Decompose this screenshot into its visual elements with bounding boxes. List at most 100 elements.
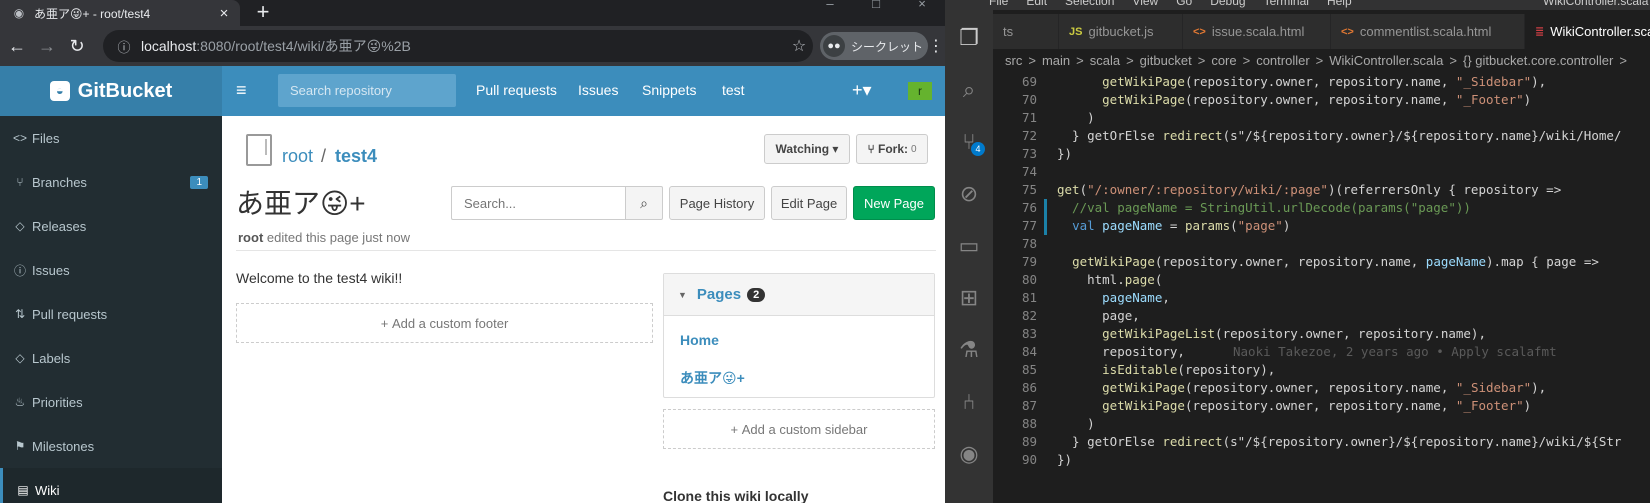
code-line[interactable]: 76 //val pageName = StringUtil.urlDecode… <box>993 199 1650 217</box>
add-custom-sidebar-button[interactable]: + Add a custom sidebar <box>663 409 935 449</box>
search-icon[interactable]: ⌕ <box>945 66 993 114</box>
menu-terminal[interactable]: Terminal <box>1264 0 1309 8</box>
user-avatar[interactable]: r <box>908 82 932 100</box>
menu-selection[interactable]: Selection <box>1065 0 1114 8</box>
repo-name-link[interactable]: test4 <box>335 146 377 167</box>
menu-help[interactable]: Help <box>1327 0 1352 8</box>
info-icon[interactable]: ⓘ <box>113 37 135 56</box>
page-link-current[interactable]: あ亜ア😜+ <box>680 368 745 388</box>
new-page-button[interactable]: New Page <box>853 186 935 220</box>
search-icon[interactable]: ⌕ <box>625 186 663 220</box>
explorer-icon[interactable]: ❐ <box>945 14 993 62</box>
browser-tab[interactable]: ◉ あ亜ア😜+ - root/test4 × <box>0 0 240 26</box>
edit-page-button[interactable]: Edit Page <box>771 186 847 220</box>
github-icon[interactable]: ◉ <box>945 430 993 478</box>
repository-search-input[interactable] <box>278 74 456 107</box>
browser-menu-icon[interactable]: ⋮ <box>928 36 944 56</box>
sidebar-item-releases[interactable]: ◇ Releases <box>0 204 222 248</box>
code-line[interactable]: 79 getWikiPage(repository.owner, reposit… <box>993 253 1650 271</box>
breadcrumb-scala[interactable]: scala <box>1090 53 1120 68</box>
url-text[interactable]: localhost:8080/root/test4/wiki/あ亜ア😜%2B <box>135 36 785 56</box>
menu-debug[interactable]: Debug <box>1210 0 1245 8</box>
maximize-icon[interactable]: □ <box>853 0 899 26</box>
tab-commentlist-scala-html[interactable]: <> commentlist.scala.html <box>1331 14 1525 49</box>
remote-explorer-icon[interactable]: ▭ <box>945 222 993 270</box>
address-bar[interactable]: ⓘ localhost:8080/root/test4/wiki/あ亜ア😜%2B… <box>103 30 813 62</box>
sidebar-item-branches[interactable]: ⑂ Branches 1 <box>0 160 222 204</box>
wiki-search-input[interactable] <box>451 186 625 220</box>
minimize-icon[interactable]: – <box>807 0 853 26</box>
reload-icon[interactable]: ↻ <box>62 31 92 61</box>
pages-panel-header[interactable]: ▼ Pages 2 <box>664 274 934 316</box>
tab-issue-scala-html[interactable]: <> issue.scala.html <box>1183 14 1331 49</box>
sidebar-item-labels[interactable]: ◇ Labels <box>0 336 222 380</box>
code-line[interactable]: 90}) <box>993 451 1650 469</box>
code-line[interactable]: 89 } getOrElse redirect(s"/${repository.… <box>993 433 1650 451</box>
sidebar-item-priorities[interactable]: ♨ Priorities <box>0 380 222 424</box>
code-line[interactable]: 81 pageName, <box>993 289 1650 307</box>
code-line[interactable]: 86 getWikiPage(repository.owner, reposit… <box>993 379 1650 397</box>
nav-issues[interactable]: Issues <box>578 82 618 98</box>
nav-pull-requests[interactable]: Pull requests <box>476 82 557 98</box>
sidebar-item-issues[interactable]: ⓘ Issues <box>0 248 222 292</box>
sidebar-toggle-icon[interactable]: ≡ <box>236 80 247 101</box>
breadcrumb-controller[interactable]: controller <box>1256 53 1309 68</box>
breadcrumb-gitbucket[interactable]: gitbucket <box>1140 53 1192 68</box>
close-tab-icon[interactable]: × <box>214 5 234 22</box>
breadcrumb-package[interactable]: {} gitbucket.core.controller <box>1463 53 1613 68</box>
code-line[interactable]: 70 getWikiPage(repository.owner, reposit… <box>993 91 1650 109</box>
code-line[interactable]: 73}) <box>993 145 1650 163</box>
breadcrumb-file[interactable]: WikiController.scala <box>1329 53 1443 68</box>
code-line[interactable]: 85 isEditable(repository), <box>993 361 1650 379</box>
debug-icon[interactable]: ⊘ <box>945 170 993 218</box>
code-line[interactable]: 74 <box>993 163 1650 181</box>
code-line[interactable]: 87 getWikiPage(repository.owner, reposit… <box>993 397 1650 415</box>
page-link-home[interactable]: Home <box>680 332 719 348</box>
code-line[interactable]: 72 } getOrElse redirect(s"/${repository.… <box>993 127 1650 145</box>
add-custom-footer-button[interactable]: + Add a custom footer <box>236 303 653 343</box>
page-history-button[interactable]: Page History <box>669 186 765 220</box>
sidebar-item-milestones[interactable]: ⚑ Milestones <box>0 424 222 468</box>
editor-name[interactable]: root <box>238 230 263 245</box>
new-tab-button[interactable]: + <box>252 0 274 26</box>
code-line[interactable]: 78 <box>993 235 1650 253</box>
code-line[interactable]: 71 ) <box>993 109 1650 127</box>
code-line[interactable]: 84 repository, Naoki Takezoe, 2 years ago… <box>993 343 1650 361</box>
menu-go[interactable]: Go <box>1176 0 1192 8</box>
tab-gitbucket-js[interactable]: JS gitbucket.js <box>1059 14 1183 49</box>
nav-snippets[interactable]: Snippets <box>642 82 696 98</box>
breadcrumb-core[interactable]: core <box>1211 53 1236 68</box>
fork-button[interactable]: ⑂ Fork: 0 <box>856 134 928 164</box>
forward-icon[interactable]: → <box>32 31 62 61</box>
watching-button[interactable]: Watching ▾ <box>764 134 850 164</box>
code-line[interactable]: 82 page, <box>993 307 1650 325</box>
code-line[interactable]: 88 ) <box>993 415 1650 433</box>
menu-file[interactable]: File <box>989 0 1008 8</box>
sidebar-item-pull-requests[interactable]: ⇅ Pull requests <box>0 292 222 336</box>
breadcrumb-src[interactable]: src <box>1005 53 1022 68</box>
menu-view[interactable]: View <box>1132 0 1158 8</box>
code-line[interactable]: 75 get("/:owner/:repository/wiki/:page")(… <box>993 181 1650 199</box>
tab-wikicontroller-scala[interactable]: ≣ WikiController.scala <box>1525 14 1650 49</box>
testing-icon[interactable]: ⚗ <box>945 326 993 374</box>
source-control-icon[interactable]: ⑂ 4 <box>945 118 993 166</box>
code-editor[interactable]: 69 getWikiPage(repository.owner, reposit… <box>993 73 1650 503</box>
back-icon[interactable]: ← <box>2 31 32 61</box>
incognito-indicator[interactable]: ●● シークレット <box>820 32 928 60</box>
code-line[interactable]: 80 html.page( <box>993 271 1650 289</box>
git-graph-icon[interactable]: ⑃ <box>945 378 993 426</box>
extensions-icon[interactable]: ⊞ <box>945 274 993 322</box>
close-window-icon[interactable]: × <box>899 0 945 26</box>
menu-edit[interactable]: Edit <box>1026 0 1047 8</box>
nav-test[interactable]: test <box>722 82 745 98</box>
sidebar-item-wiki[interactable]: ▤ Wiki <box>0 468 222 503</box>
code-line[interactable]: 77 val pageName = params("page") <box>993 217 1650 235</box>
code-line[interactable]: 83 getWikiPageList(repository.owner, rep… <box>993 325 1650 343</box>
code-line[interactable]: 69 getWikiPage(repository.owner, reposit… <box>993 73 1650 91</box>
gitbucket-logo[interactable]: ◒ GitBucket <box>0 66 222 116</box>
tab-ts[interactable]: ts <box>993 14 1059 49</box>
repo-owner-link[interactable]: root <box>282 146 313 167</box>
breadcrumb-main[interactable]: main <box>1042 53 1070 68</box>
create-menu-icon[interactable]: +▾ <box>852 80 872 101</box>
sidebar-item-files[interactable]: <> Files <box>0 116 222 160</box>
